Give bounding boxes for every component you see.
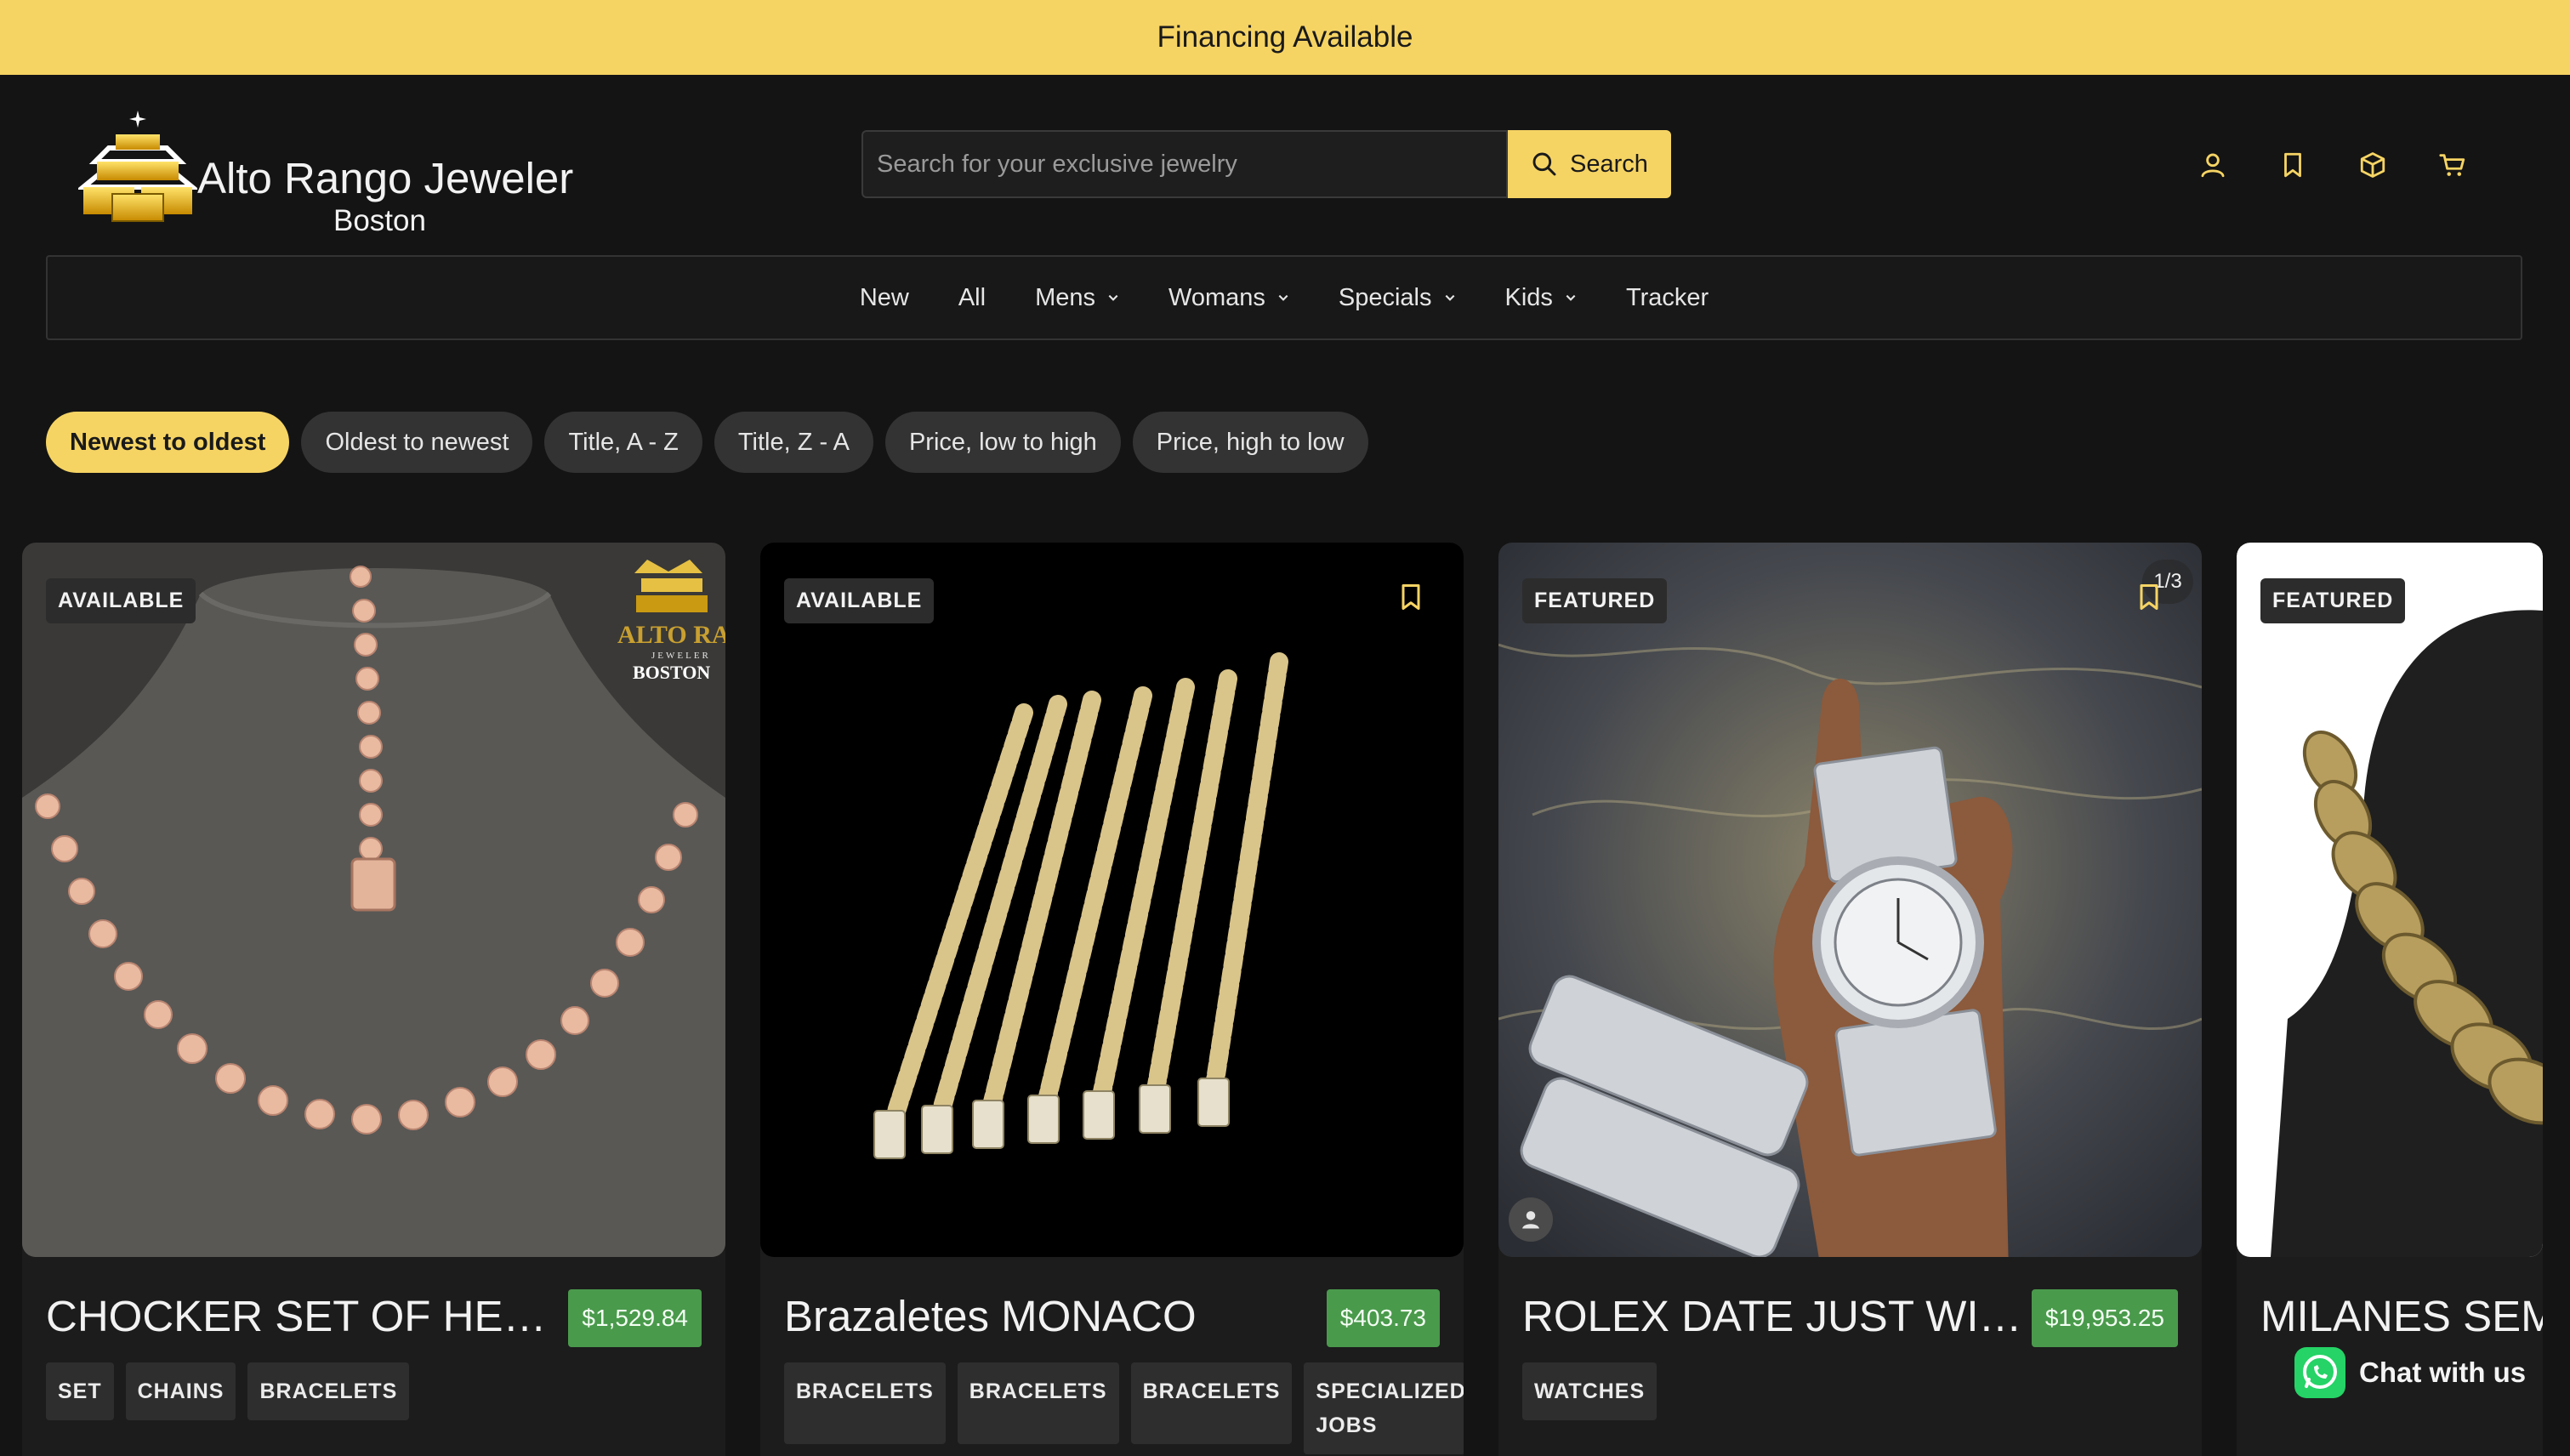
watermark-subtitle: JEWELER bbox=[651, 651, 711, 661]
user-icon bbox=[1522, 1211, 1539, 1229]
search-icon bbox=[1532, 152, 1556, 176]
search-button[interactable]: Search bbox=[1508, 130, 1671, 198]
cart-icon bbox=[2439, 154, 2465, 176]
site-header: Alto Rango Jeweler Boston Search bbox=[0, 75, 2570, 253]
product-card[interactable]: AVAILABLE Brazaletes MONACO $403.73 BRAC… bbox=[760, 543, 1464, 1456]
tag[interactable]: SPECIALIZED JOBS bbox=[1304, 1362, 1464, 1454]
search-input[interactable] bbox=[861, 130, 1508, 198]
product-tags: SET CHAINS BRACELETS bbox=[46, 1362, 410, 1420]
product-tags: WATCHES bbox=[1522, 1362, 1657, 1420]
nav-item-all[interactable]: All bbox=[958, 284, 986, 312]
product-price: $19,953.25 bbox=[2031, 1289, 2178, 1347]
tag[interactable]: BRACELETS bbox=[1130, 1362, 1293, 1444]
brand-logo[interactable]: Alto Rango Jeweler Boston bbox=[78, 109, 588, 237]
tag[interactable]: BRACELETS bbox=[784, 1362, 946, 1444]
nav-item-mens[interactable]: Mens bbox=[1035, 284, 1119, 312]
account-button[interactable] bbox=[2196, 148, 2230, 182]
tag[interactable]: SET bbox=[46, 1362, 114, 1420]
cart-button[interactable] bbox=[2436, 148, 2470, 182]
whatsapp-icon bbox=[2294, 1347, 2345, 1398]
availability-badge: AVAILABLE bbox=[46, 578, 196, 623]
search-button-label: Search bbox=[1570, 150, 1648, 178]
chevron-down-icon bbox=[1108, 294, 1118, 301]
product-card[interactable]: FEATURED 1/3 ROLEX DATE JUST WITH DIAMON… bbox=[1498, 543, 2202, 1456]
watermark-name: ALTO RANGO bbox=[617, 621, 725, 649]
tag[interactable]: BRACELETS bbox=[247, 1362, 410, 1420]
gold-bars-logo-icon bbox=[78, 111, 197, 222]
cuban-bracelets-image bbox=[760, 543, 1464, 1257]
sort-title-z-a[interactable]: Title, Z - A bbox=[714, 412, 873, 473]
bookmark-icon[interactable] bbox=[1396, 582, 1426, 612]
orders-button[interactable] bbox=[2356, 148, 2390, 182]
main-navigation: New All Mens Womans Specials Kids Tracke… bbox=[46, 255, 2522, 340]
product-title[interactable]: MILANES SEMI bbox=[2260, 1291, 2543, 1341]
product-title[interactable]: ROLEX DATE JUST WITH DIAMONDS bbox=[1522, 1291, 2041, 1341]
product-image[interactable]: AVAILABLE bbox=[760, 543, 1464, 1257]
sort-title-a-z[interactable]: Title, A - Z bbox=[544, 412, 702, 473]
product-image[interactable]: ALTO RANGO JEWELER BOSTON AVAILABLE bbox=[22, 543, 725, 1257]
nav-item-new[interactable]: New bbox=[860, 284, 909, 312]
announcement-bar: Financing Available bbox=[0, 0, 2570, 75]
whatsapp-chat-button[interactable]: Chat with us bbox=[2293, 1339, 2531, 1407]
chevron-down-icon bbox=[1566, 294, 1576, 301]
product-price: $1,529.84 bbox=[568, 1289, 702, 1347]
nav-item-kids[interactable]: Kids bbox=[1505, 284, 1577, 312]
sort-price-low-to-high[interactable]: Price, low to high bbox=[884, 412, 1121, 473]
nav-item-tracker[interactable]: Tracker bbox=[1626, 284, 1709, 312]
wishlist-button[interactable] bbox=[2276, 148, 2310, 182]
product-card[interactable]: ALTO RANGO JEWELER BOSTON AVAILABLE CHOC… bbox=[22, 543, 725, 1456]
featured-badge: FEATURED bbox=[2260, 578, 2406, 623]
heart-necklace-image: ALTO RANGO JEWELER BOSTON bbox=[22, 543, 725, 1257]
vendor-avatar[interactable] bbox=[1509, 1197, 1553, 1242]
product-image[interactable]: FEATURED 1/3 bbox=[1498, 543, 2202, 1257]
product-title[interactable]: Brazaletes MONACO bbox=[784, 1291, 1303, 1341]
product-price: $403.73 bbox=[1326, 1289, 1440, 1347]
sort-price-high-to-low[interactable]: Price, high to low bbox=[1132, 412, 1368, 473]
availability-badge: AVAILABLE bbox=[784, 578, 935, 623]
tag[interactable]: WATCHES bbox=[1522, 1362, 1657, 1420]
sort-options: Newest to oldest Oldest to newest Title,… bbox=[46, 412, 1368, 473]
featured-badge: FEATURED bbox=[1522, 578, 1668, 623]
sort-newest-to-oldest[interactable]: Newest to oldest bbox=[46, 412, 290, 473]
product-title[interactable]: CHOCKER SET OF HEARTS bbox=[46, 1291, 565, 1341]
bookmark-icon bbox=[2284, 152, 2301, 178]
rolex-watch-image bbox=[1498, 543, 2202, 1257]
nav-item-womans[interactable]: Womans bbox=[1168, 284, 1289, 312]
product-card[interactable]: FEATURED MILANES SEMI bbox=[2237, 543, 2543, 1456]
brand-city: Boston bbox=[333, 204, 426, 237]
cuban-chain-image bbox=[2237, 543, 2543, 1257]
chat-label: Chat with us bbox=[2359, 1356, 2527, 1388]
announcement-text: Financing Available bbox=[1157, 20, 1413, 54]
tag[interactable]: CHAINS bbox=[125, 1362, 236, 1420]
watermark-city: BOSTON bbox=[633, 662, 710, 683]
chevron-down-icon bbox=[1278, 294, 1288, 301]
product-tags: BRACELETS BRACELETS BRACELETS SPECIALIZE… bbox=[784, 1362, 1464, 1454]
tag[interactable]: BRACELETS bbox=[957, 1362, 1119, 1444]
sort-oldest-to-newest[interactable]: Oldest to newest bbox=[301, 412, 533, 473]
brand-name: Alto Rango Jeweler bbox=[197, 154, 574, 202]
bookmark-icon[interactable] bbox=[2134, 582, 2164, 612]
nav-item-specials[interactable]: Specials bbox=[1339, 284, 1456, 312]
user-icon bbox=[2201, 153, 2225, 178]
box-icon bbox=[2360, 152, 2385, 178]
product-image[interactable]: FEATURED bbox=[2237, 543, 2543, 1257]
chevron-down-icon bbox=[1445, 294, 1454, 301]
